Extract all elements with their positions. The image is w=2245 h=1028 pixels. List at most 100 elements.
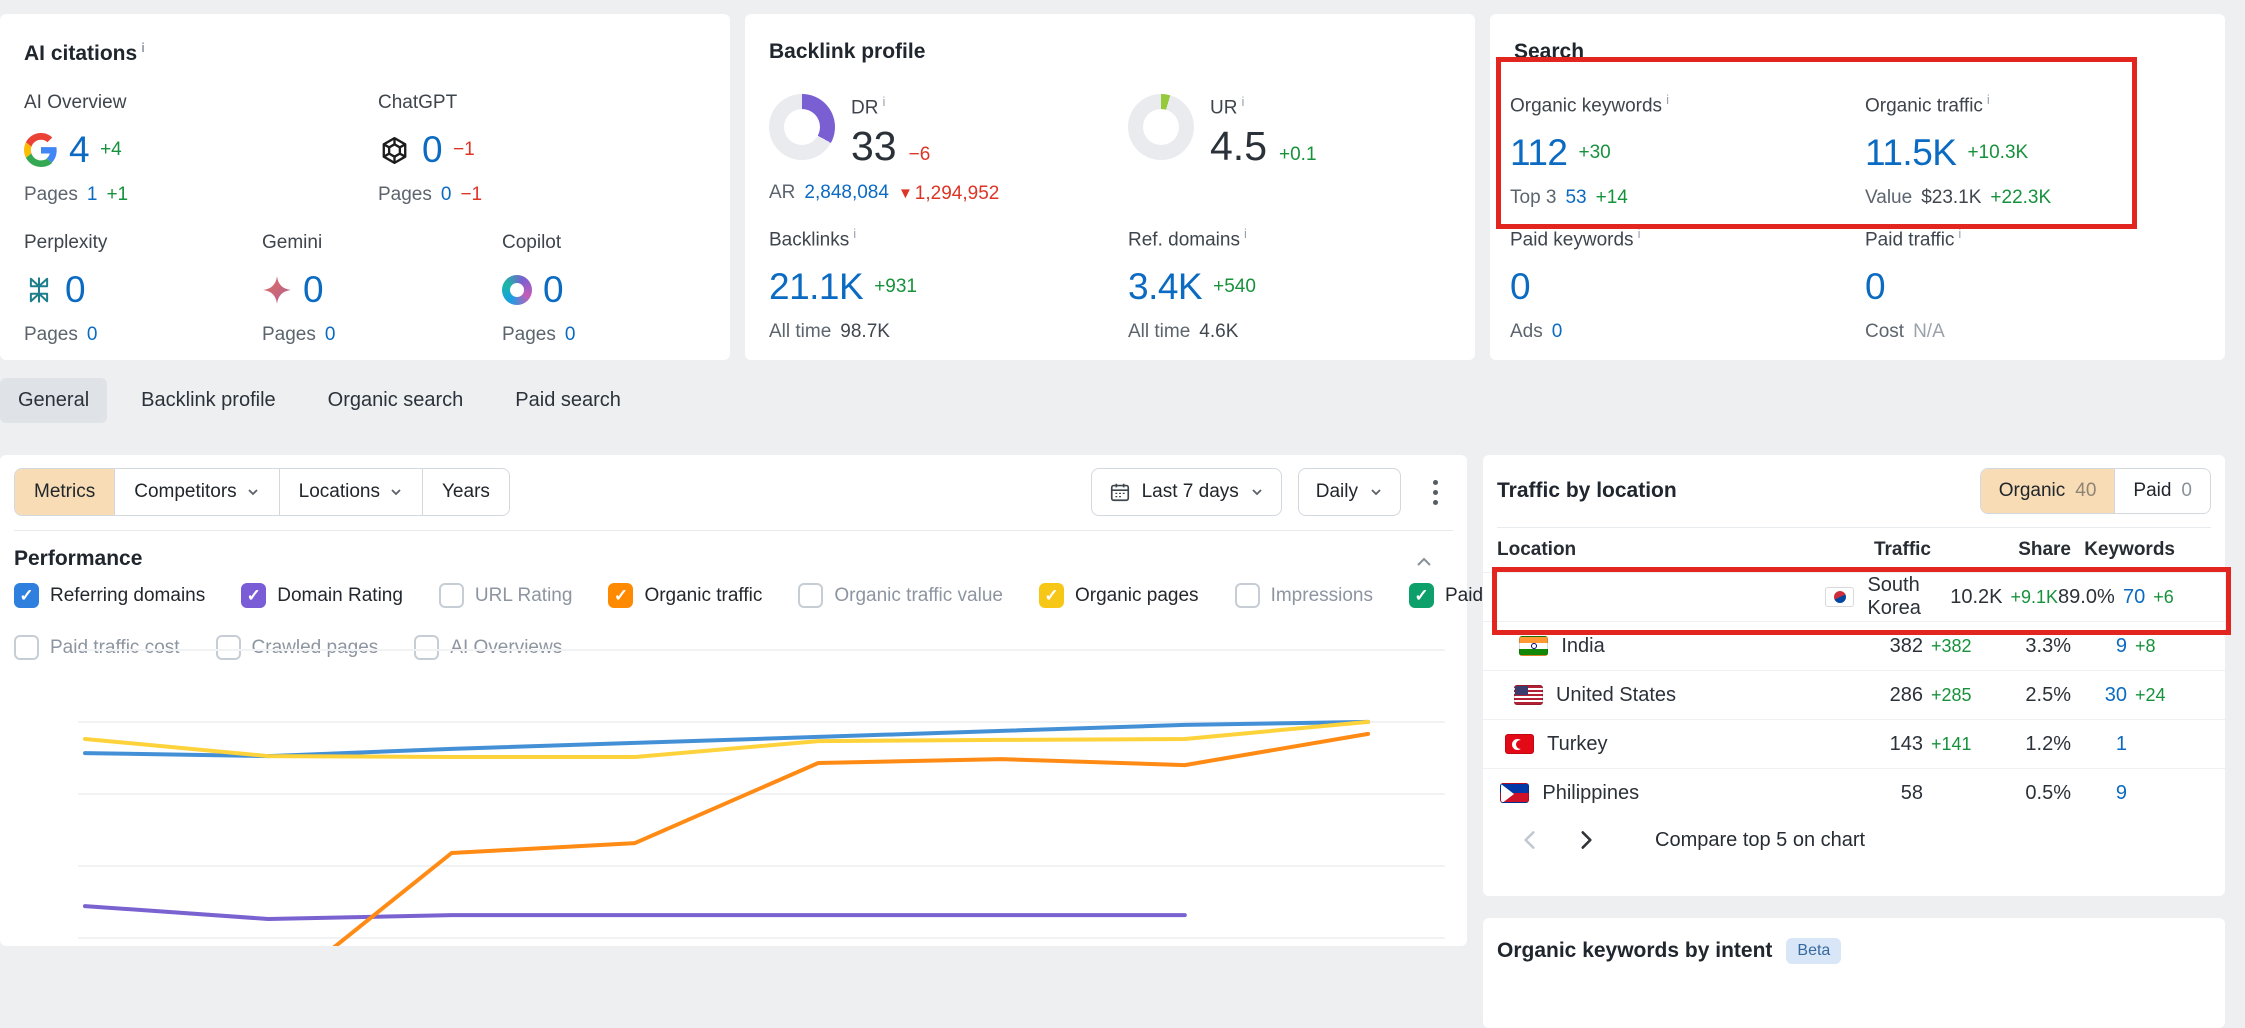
sub-label: Ads — [1510, 321, 1543, 343]
checkbox-organic-traffic[interactable]: Organic traffic — [608, 583, 762, 608]
pages-value[interactable]: 0 — [325, 324, 336, 346]
segment-metrics[interactable]: Metrics — [15, 469, 114, 515]
info-icon[interactable]: i — [1958, 226, 1961, 241]
keywords-value[interactable]: 1 — [2071, 733, 2127, 756]
keywords-value[interactable]: 9 — [2071, 635, 2127, 658]
granularity-button[interactable]: Daily — [1298, 468, 1401, 516]
checkbox-organic-traffic-value[interactable]: Organic traffic value — [798, 583, 1003, 608]
sub-value[interactable]: 0 — [1552, 321, 1563, 343]
sub-label: Value — [1865, 187, 1912, 209]
table-row-philippines[interactable]: Philippines 58 0.5% 9 — [1483, 768, 2225, 817]
traffic-delta: +9.1K — [2002, 587, 2058, 608]
checkbox-impressions[interactable]: Impressions — [1235, 583, 1373, 608]
table-row-united-states[interactable]: United States 286 +285 2.5% 30 +24 — [1483, 670, 2225, 719]
location-name: Philippines — [1542, 782, 1639, 805]
segment-competitors[interactable]: Competitors — [114, 469, 278, 515]
stat-delta: +4 — [100, 139, 122, 161]
tab-organic-search[interactable]: Organic search — [310, 378, 482, 423]
keywords-value[interactable]: 9 — [2071, 782, 2127, 805]
stat-value[interactable]: 3.4K — [1128, 266, 1202, 308]
pages-delta: +1 — [106, 184, 128, 206]
pages-delta: −1 — [460, 184, 482, 206]
keywords-value[interactable]: 70 — [2115, 586, 2145, 609]
pages-value[interactable]: 0 — [87, 324, 98, 346]
stat-value[interactable]: 0 — [65, 269, 85, 311]
compare-top5-link[interactable]: Compare top 5 on chart — [1655, 829, 1865, 852]
stat-gemini: Gemini 0 Pages0 — [262, 232, 335, 346]
traffic-delta: +382 — [1923, 636, 1995, 657]
stat-delta: +540 — [1213, 276, 1256, 298]
pages-value[interactable]: 0 — [441, 184, 452, 206]
info-icon[interactable]: i — [1987, 92, 1990, 107]
sub-value: $23.1K — [1921, 187, 1981, 209]
traffic-value: 143 — [1773, 733, 1923, 756]
stat-value[interactable]: 112 — [1510, 132, 1568, 174]
checkbox-referring-domains[interactable]: Referring domains — [14, 583, 205, 608]
previous-page-icon[interactable] — [1517, 827, 1543, 853]
gemini-icon — [262, 275, 292, 305]
info-icon[interactable]: i — [1666, 92, 1669, 107]
stat-value[interactable]: 0 — [422, 129, 442, 171]
stat-label: Gemini — [262, 232, 335, 254]
stat-perplexity: Perplexity 0 Pages0 — [24, 232, 107, 346]
info-icon[interactable]: i — [1241, 94, 1244, 109]
checkbox-icon — [1235, 583, 1260, 608]
tab-paid-search[interactable]: Paid search — [497, 378, 639, 423]
info-icon[interactable]: i — [141, 40, 145, 55]
flag-philippines-icon — [1500, 783, 1529, 803]
tab-backlink-profile[interactable]: Backlink profile — [123, 378, 294, 423]
stat-value[interactable]: 0 — [1865, 266, 1885, 308]
sub-label: Cost — [1865, 321, 1904, 343]
pages-label: Pages — [502, 324, 556, 346]
stat-value[interactable]: 0 — [303, 269, 323, 311]
ai-citations-card: AI citationsi AI Overview 4 +4 Pages1+1 … — [0, 14, 730, 360]
location-name: India — [1561, 635, 1604, 658]
next-page-icon[interactable] — [1573, 827, 1599, 853]
card-title: Search — [1514, 40, 1584, 64]
toolbar: Metrics Competitors Locations Years Last… — [14, 468, 1453, 531]
table-row-south-korea[interactable]: South Korea 10.2K +9.1K 89.0% 70 +6 — [1483, 572, 2225, 621]
toggle-paid[interactable]: Paid0 — [2114, 469, 2210, 513]
stat-label: Backlinks — [769, 229, 849, 250]
stat-label: Paid traffic — [1865, 229, 1954, 250]
stat-value[interactable]: 0 — [543, 269, 563, 311]
header-keywords: Keywords — [2071, 539, 2175, 561]
dr-donut-chart — [769, 94, 835, 160]
pages-label: Pages — [24, 184, 78, 206]
segment-years[interactable]: Years — [422, 469, 509, 515]
stat-value[interactable]: 0 — [1510, 266, 1530, 308]
more-options-icon[interactable] — [1417, 468, 1453, 516]
chevron-down-icon — [389, 485, 403, 499]
tab-general[interactable]: General — [0, 378, 107, 423]
segment-locations[interactable]: Locations — [279, 469, 422, 515]
table-row-india[interactable]: India 382 +382 3.3% 9 +8 — [1483, 621, 2225, 670]
stat-value[interactable]: 21.1K — [769, 266, 863, 308]
info-icon[interactable]: i — [882, 94, 885, 109]
toggle-organic[interactable]: Organic40 — [1981, 469, 2115, 513]
calendar-icon — [1109, 481, 1131, 503]
card-title: AI citationsi — [24, 40, 145, 66]
sub-value[interactable]: 53 — [1565, 187, 1586, 209]
pages-value[interactable]: 1 — [87, 184, 98, 206]
date-range-button[interactable]: Last 7 days — [1091, 468, 1282, 516]
pages-value[interactable]: 0 — [565, 324, 576, 346]
table-row-turkey[interactable]: Turkey 143 +141 1.2% 1 — [1483, 719, 2225, 768]
info-icon[interactable]: i — [1244, 226, 1247, 241]
stat-value[interactable]: 4 — [69, 129, 89, 171]
checkbox-icon — [14, 635, 39, 660]
keywords-value[interactable]: 30 — [2071, 684, 2127, 707]
stat-value[interactable]: 11.5K — [1865, 132, 1956, 174]
info-icon[interactable]: i — [1638, 226, 1641, 241]
stat-backlinks: Backlinksi 21.1K +931 All time98.7K — [769, 226, 917, 343]
checkbox-url-rating[interactable]: URL Rating — [439, 583, 573, 608]
checkbox-organic-pages[interactable]: Organic pages — [1039, 583, 1199, 608]
checkbox-domain-rating[interactable]: Domain Rating — [241, 583, 403, 608]
view-segmented-control: Metrics Competitors Locations Years — [14, 468, 510, 516]
ar-value[interactable]: 2,848,084 — [804, 182, 889, 204]
collapse-section-icon[interactable] — [1413, 551, 1435, 573]
info-icon[interactable]: i — [853, 226, 856, 241]
traffic-delta: +285 — [1923, 685, 1995, 706]
stat-organic-keywords: Organic keywordsi 112 +30 Top 353+14 — [1510, 92, 1669, 209]
stat-delta: −6 — [909, 144, 931, 166]
down-arrow-icon: ▼ — [898, 185, 913, 202]
